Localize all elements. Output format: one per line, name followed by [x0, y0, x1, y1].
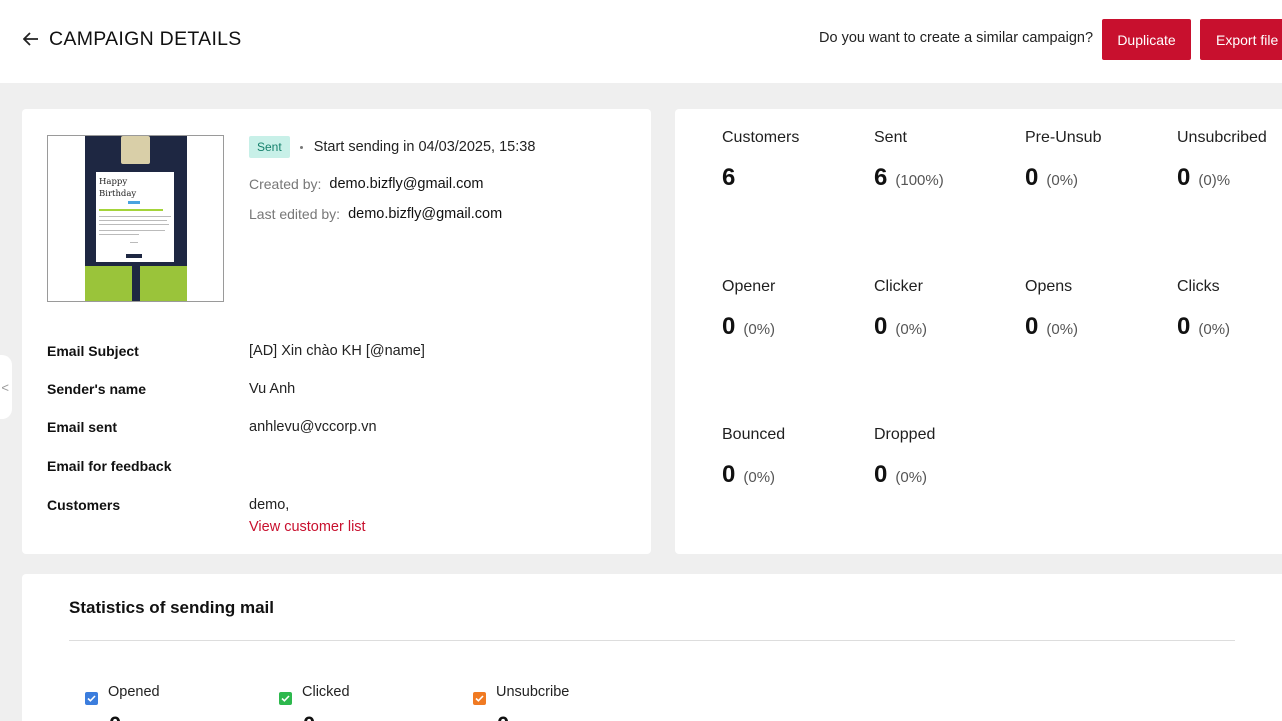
metric-value: 0: [1025, 313, 1039, 340]
metric-label: Dropped: [874, 426, 936, 443]
created-by-value: demo.bizfly@gmail.com: [329, 176, 484, 192]
thumbnail-heading: Happy Birthday: [99, 177, 137, 199]
metric-label: Unsubcribed: [1177, 129, 1267, 146]
email-subject-value: [AD] Xin chào KH [@name]: [249, 343, 425, 359]
metric-label: Bounced: [722, 426, 786, 443]
created-by-row: Created by: demo.bizfly@gmail.com: [249, 176, 484, 192]
metric-value: 6: [874, 164, 888, 191]
thumbnail-highlight: [99, 209, 163, 211]
checkbox-checked-icon[interactable]: [473, 691, 486, 705]
campaign-info-card: Happy Birthday Sent Start sending in 04/…: [22, 109, 651, 554]
back-arrow-icon[interactable]: [21, 28, 41, 50]
start-sending-text: Start sending in 04/03/2025, 15:38: [313, 139, 536, 155]
thumbnail-line: [99, 216, 171, 217]
metric-percent: (0%): [743, 469, 776, 486]
metric-percent: (0%): [895, 321, 928, 338]
metric-percent: (0%): [1046, 172, 1079, 189]
metric-label: Sent: [874, 129, 907, 146]
metric-label: Customers: [722, 129, 800, 146]
metric-label: Clicker: [874, 278, 923, 295]
metric-value: 0: [874, 313, 888, 340]
thumbnail-pill: [128, 201, 140, 204]
sender-name-value: Vu Anh: [249, 381, 296, 397]
thumbnail-preview: Happy Birthday: [85, 136, 187, 301]
metric-bounced: Bounced 0 (0%): [722, 426, 872, 489]
metric-label: Pre-Unsub: [1025, 129, 1102, 146]
metric-value: 6: [722, 164, 736, 191]
metric-percent: (0)%: [1198, 172, 1231, 189]
metric-percent: (0%): [1198, 321, 1231, 338]
metric-label: Opener: [722, 278, 776, 295]
status-row: Sent Start sending in 04/03/2025, 15:38: [249, 136, 535, 158]
metric-value: 0: [1025, 164, 1039, 191]
metric-value: 0: [1177, 313, 1191, 340]
metric-dropped: Dropped 0 (0%): [874, 426, 1024, 489]
created-by-label: Created by:: [249, 176, 322, 192]
email-subject-label: Email Subject: [47, 343, 139, 359]
view-customer-list-link[interactable]: View customer list: [249, 519, 366, 535]
legend-opened[interactable]: Opened: [85, 684, 160, 705]
chevron-left-icon: <: [1, 379, 9, 395]
thumbnail-button: [126, 254, 142, 258]
metric-value: 0: [722, 461, 736, 488]
metric-sent: Sent 6 (100%): [874, 129, 1024, 192]
email-sent-label: Email sent: [47, 419, 118, 435]
thumbnail-line: [99, 224, 169, 225]
metric-customers: Customers 6: [722, 129, 872, 192]
checkbox-checked-icon[interactable]: [279, 691, 292, 705]
export-file-button[interactable]: Export file: [1200, 19, 1282, 60]
metric-clicks: Clicks 0 (0%): [1177, 278, 1282, 341]
metric-clicker: Clicker 0 (0%): [874, 278, 1024, 341]
email-sent-value: anhlevu@vccorp.vn: [249, 419, 377, 435]
edited-by-label: Last edited by:: [249, 206, 341, 222]
expand-sidebar-tab[interactable]: <: [0, 355, 12, 419]
customers-label: Customers: [47, 497, 121, 513]
sender-name-label: Sender's name: [47, 381, 147, 397]
metric-value: 0: [874, 461, 888, 488]
thumbnail-line: [130, 242, 138, 243]
metric-value: 0: [1177, 164, 1191, 191]
opened-count: 0: [109, 712, 121, 721]
thumbnail-line: [99, 234, 139, 235]
metric-value: 0: [722, 313, 736, 340]
metric-percent: (0%): [1046, 321, 1079, 338]
thumbnail-line: [99, 220, 167, 221]
metric-pre-unsub: Pre-Unsub 0 (0%): [1025, 129, 1175, 192]
campaign-metrics-card: Customers 6 Sent 6 (100%) Pre-Unsub 0 (0%)…: [675, 109, 1282, 554]
metric-unsubcribed: Unsubcribed 0 (0)%: [1177, 129, 1282, 192]
metric-percent: (100%): [895, 172, 944, 189]
customers-value: demo,: [249, 497, 290, 513]
metric-percent: (0%): [743, 321, 776, 338]
sending-statistics-card: Statistics of sending mail Opened 0 Clic…: [22, 574, 1282, 721]
checkbox-checked-icon[interactable]: [85, 691, 98, 705]
thumbnail-gift: [85, 266, 187, 301]
metric-label: Clicks: [1177, 278, 1220, 295]
similar-campaign-question: Do you want to create a similar campaign…: [819, 30, 1094, 46]
thumbnail-photo: [121, 136, 150, 164]
edited-by-value: demo.bizfly@gmail.com: [348, 206, 503, 222]
unsubcribe-count: 0: [497, 712, 509, 721]
legend-clicked[interactable]: Clicked: [279, 684, 350, 705]
email-template-thumbnail[interactable]: Happy Birthday: [47, 135, 224, 302]
metric-opener: Opener 0 (0%): [722, 278, 872, 341]
status-badge: Sent: [249, 136, 290, 158]
metric-label: Opens: [1025, 278, 1073, 295]
metric-opens: Opens 0 (0%): [1025, 278, 1175, 341]
legend-unsubcribe[interactable]: Unsubcribe: [473, 684, 570, 705]
page-title: CAMPAIGN DETAILS: [49, 28, 242, 50]
legend-label: Clicked: [302, 684, 350, 700]
separator-dot: [299, 145, 303, 149]
thumbnail-line: [99, 230, 165, 231]
statistics-title: Statistics of sending mail: [69, 598, 274, 617]
page-header: CAMPAIGN DETAILS Do you want to create a…: [0, 0, 1282, 83]
thumbnail-card: Happy Birthday: [96, 172, 174, 262]
clicked-count: 0: [303, 712, 315, 721]
legend-label: Unsubcribe: [496, 684, 570, 700]
legend-label: Opened: [108, 684, 160, 700]
email-feedback-label: Email for feedback: [47, 458, 172, 474]
duplicate-button[interactable]: Duplicate: [1102, 19, 1191, 60]
edited-by-row: Last edited by: demo.bizfly@gmail.com: [249, 206, 502, 222]
divider: [69, 640, 1235, 641]
metric-percent: (0%): [895, 469, 928, 486]
